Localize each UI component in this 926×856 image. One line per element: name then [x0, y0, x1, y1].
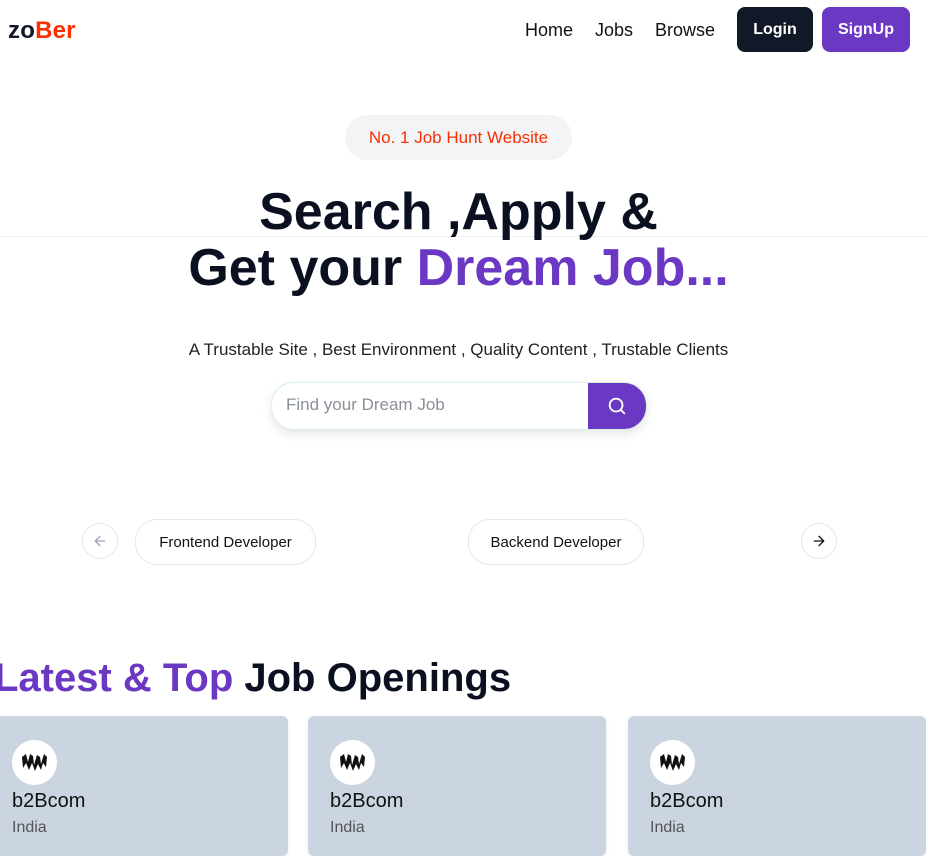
hero-subtitle: A Trustable Site , Best Environment , Qu…	[188, 340, 729, 359]
nav-links: Home Jobs Browse	[525, 20, 715, 41]
company-name: b2Bcom	[12, 790, 86, 812]
nav-link-browse[interactable]: Browse	[655, 20, 715, 41]
company-logo	[12, 740, 57, 785]
brand-logo-part1: zo	[8, 17, 36, 44]
hero-heading-accent: Dream Job...	[416, 239, 729, 297]
carousel-next-button[interactable]	[801, 523, 837, 559]
signup-button[interactable]: SignUp	[822, 7, 910, 52]
category-chip-frontend[interactable]: Frontend Developer	[135, 519, 316, 565]
microsoft-logo-icon	[650, 740, 695, 785]
hero-heading-line1: Search ,Apply &	[259, 183, 658, 241]
arrow-right-icon	[813, 535, 825, 547]
search-bar	[271, 382, 647, 430]
hero-heading-line2-prefix: Get your	[188, 239, 417, 297]
latest-jobs-title: Latest & Top Job Openings	[0, 656, 511, 701]
category-chip-backend[interactable]: Backend Developer	[468, 519, 644, 565]
hero-badge: No. 1 Job Hunt Website	[345, 115, 572, 160]
search-button[interactable]	[588, 383, 646, 429]
job-card[interactable]: b2Bcom India	[0, 716, 288, 856]
brand-logo[interactable]: zoBer	[8, 17, 76, 45]
company-logo	[650, 740, 695, 785]
latest-jobs-title-rest: Job Openings	[233, 656, 512, 700]
microsoft-logo-icon	[12, 740, 57, 785]
hero-heading: Search ,Apply & Get your Dream Job...	[0, 184, 917, 296]
brand-logo-part2: Ber	[35, 17, 76, 44]
carousel-prev-button[interactable]	[82, 523, 118, 559]
search-icon	[608, 397, 626, 415]
job-location: India	[330, 819, 365, 836]
search-input[interactable]	[272, 383, 610, 427]
nav-link-home[interactable]: Home	[525, 20, 573, 41]
microsoft-logo-icon	[330, 740, 375, 785]
company-name: b2Bcom	[330, 790, 404, 812]
arrow-left-icon	[94, 535, 106, 547]
navbar: zoBer Home Jobs Browse Login SignUp	[0, 0, 926, 62]
job-location: India	[12, 819, 47, 836]
company-name: b2Bcom	[650, 790, 724, 812]
job-card[interactable]: b2Bcom India	[628, 716, 926, 856]
nav-link-jobs[interactable]: Jobs	[595, 20, 633, 41]
job-card[interactable]: b2Bcom India	[308, 716, 606, 856]
job-location: India	[650, 819, 685, 836]
hero-heading-line2: Get your Dream Job...	[0, 240, 917, 296]
login-button[interactable]: Login	[737, 7, 813, 52]
latest-jobs-title-accent: Latest & Top	[0, 656, 234, 700]
company-logo	[330, 740, 375, 785]
